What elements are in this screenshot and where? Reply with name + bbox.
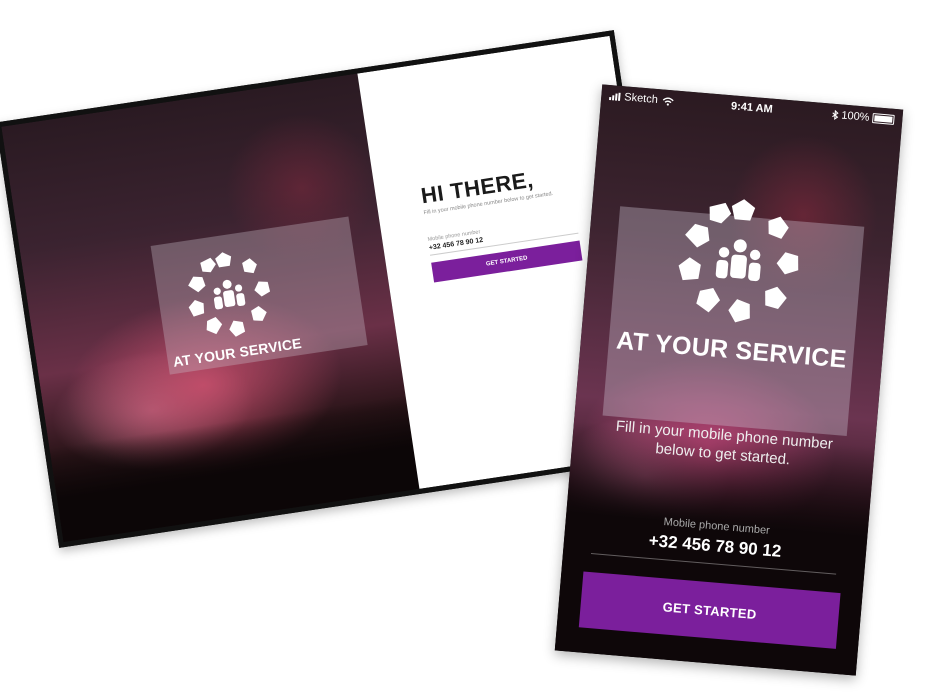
at-your-service-logo-icon [678, 199, 799, 323]
battery-percent: 100% [840, 109, 870, 124]
bluetooth-icon [831, 109, 839, 121]
phone-mockup: Sketch 9:41 AM 100% AT YOUR SERVICE Fill… [554, 84, 904, 676]
tablet-hero-panel: AT YOUR SERVICE [1, 73, 420, 543]
at-your-service-logo-icon [188, 252, 271, 337]
crowd-silhouette [49, 394, 420, 543]
status-right: 100% [831, 109, 895, 126]
battery-icon [872, 113, 895, 125]
